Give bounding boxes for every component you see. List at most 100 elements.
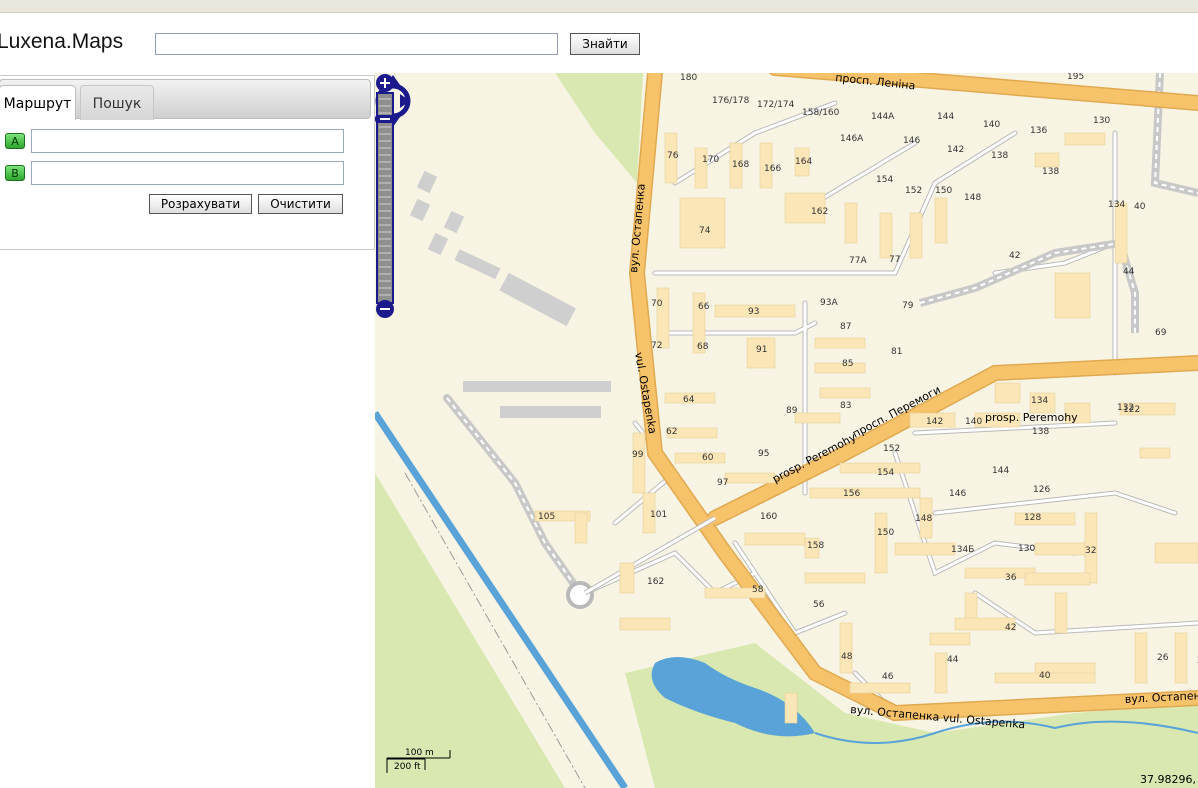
house-number: 126 xyxy=(1033,485,1050,495)
house-number: 105 xyxy=(538,512,555,522)
service-road-dash xyxy=(919,241,1136,333)
point-b-input[interactable] xyxy=(31,161,344,185)
house-number: 154 xyxy=(876,175,893,185)
house-number: 76 xyxy=(667,151,679,161)
house-number: 44 xyxy=(1123,267,1135,277)
map-canvas[interactable]: просп. Леніна вул. Остапенка vul. Ostape… xyxy=(375,73,1198,788)
house-number: 144 xyxy=(937,112,954,122)
service-road xyxy=(1150,73,1198,197)
house-number: 146А xyxy=(840,134,864,144)
house-number: 162 xyxy=(811,207,828,217)
house-number: 93А xyxy=(820,298,838,308)
house-number: 160 xyxy=(760,512,777,522)
house-number: 64 xyxy=(683,395,695,405)
house-number: 142 xyxy=(947,145,964,155)
house-number: 69 xyxy=(1155,328,1167,338)
house-number: 58 xyxy=(752,585,764,595)
house-number: 32 xyxy=(1085,546,1096,556)
house-number: 140 xyxy=(983,120,1000,130)
zoom-handle-mark xyxy=(380,118,390,120)
house-number: 79 xyxy=(902,301,914,311)
house-number: 148 xyxy=(964,193,981,203)
house-number: 68 xyxy=(697,342,709,352)
house-number: 136 xyxy=(1030,126,1047,136)
find-button[interactable]: Знайти xyxy=(570,33,640,55)
house-number: 85 xyxy=(842,359,853,369)
house-number: 87 xyxy=(840,322,851,332)
house-number: 56 xyxy=(813,600,825,610)
house-number: 70 xyxy=(651,299,663,309)
house-number: 134Б xyxy=(951,545,974,555)
house-number: 66 xyxy=(698,302,710,312)
house-number: 168 xyxy=(732,160,749,170)
house-number: 144 xyxy=(992,466,1009,476)
house-number: 130 xyxy=(1093,116,1110,126)
zoom-in-plus-v xyxy=(384,78,386,88)
house-number: 138 xyxy=(991,151,1008,161)
roundabout xyxy=(566,581,594,609)
house-number: 152 xyxy=(905,186,922,196)
tab-route[interactable]: Маршрут xyxy=(0,85,76,120)
house-number: 44 xyxy=(947,655,959,665)
house-number: 150 xyxy=(877,528,894,538)
house-number: 26 xyxy=(1157,653,1169,663)
house-number: 99 xyxy=(632,450,644,460)
search-input[interactable] xyxy=(155,33,558,55)
scale-metric-label: 100 m xyxy=(405,748,434,758)
house-number: 134 xyxy=(1031,396,1048,406)
house-number: 97 xyxy=(717,478,728,488)
house-number: 81 xyxy=(891,347,902,357)
house-number: 40 xyxy=(1134,202,1146,212)
tab-search[interactable]: Пошук xyxy=(80,85,154,120)
marker-b-icon: B xyxy=(5,165,25,181)
house-number: 74 xyxy=(699,226,711,236)
house-number: 138 xyxy=(1032,427,1049,437)
house-number: 46 xyxy=(882,672,894,682)
house-number: 89 xyxy=(786,406,798,416)
park-area xyxy=(555,73,643,183)
zoom-out-minus xyxy=(380,308,390,310)
map-view[interactable]: просп. Леніна вул. Остапенка vul. Ostape… xyxy=(375,73,1198,788)
zoom-control[interactable] xyxy=(375,73,395,321)
house-number: 152 xyxy=(883,444,900,454)
house-number: 36 xyxy=(1005,573,1017,583)
house-number: 42 xyxy=(1005,623,1016,633)
coordinates-readout: 37.98296, xyxy=(1140,773,1196,786)
house-number: 146 xyxy=(903,136,920,146)
house-number: 83 xyxy=(840,401,851,411)
house-number: 40 xyxy=(1039,671,1051,681)
app-logo: Luxena.Maps xyxy=(0,30,124,53)
house-number: 138 xyxy=(1042,167,1059,177)
marker-a-icon: A xyxy=(5,133,25,149)
point-a-input[interactable] xyxy=(31,129,344,153)
house-number: 166 xyxy=(764,164,781,174)
house-number: 48 xyxy=(841,652,853,662)
scale-labels: 100 m 200 ft xyxy=(385,745,465,775)
house-number: 60 xyxy=(702,453,714,463)
industrial-buildings xyxy=(409,170,611,418)
clear-button[interactable]: Очистити xyxy=(258,194,343,214)
house-number: 158/160 xyxy=(802,108,840,118)
zoom-slider-track[interactable] xyxy=(376,92,394,304)
house-number: 93 xyxy=(748,307,759,317)
calculate-button[interactable]: Розрахувати xyxy=(149,194,252,214)
house-number: 72 xyxy=(651,341,662,351)
house-number: 95 xyxy=(758,449,769,459)
house-number: 122 xyxy=(1123,405,1140,415)
house-number: 195 xyxy=(1067,73,1084,82)
house-number: 128 xyxy=(1024,513,1041,523)
browser-top-strip xyxy=(0,0,1198,13)
house-number: 158 xyxy=(807,541,824,551)
house-number: 146 xyxy=(949,489,966,499)
house-number: 156 xyxy=(843,489,860,499)
house-number: 150 xyxy=(935,186,952,196)
house-number: 62 xyxy=(666,427,677,437)
house-number: 154 xyxy=(877,468,894,478)
house-number: 162 xyxy=(647,577,664,587)
street-label-peremohy-right: prosp. Peremohy xyxy=(985,411,1078,424)
house-number: 91 xyxy=(756,345,767,355)
house-number: 42 xyxy=(1009,251,1020,261)
house-number: 130 xyxy=(1018,544,1035,554)
service-road xyxy=(918,238,1139,333)
house-number: 170 xyxy=(702,155,719,165)
